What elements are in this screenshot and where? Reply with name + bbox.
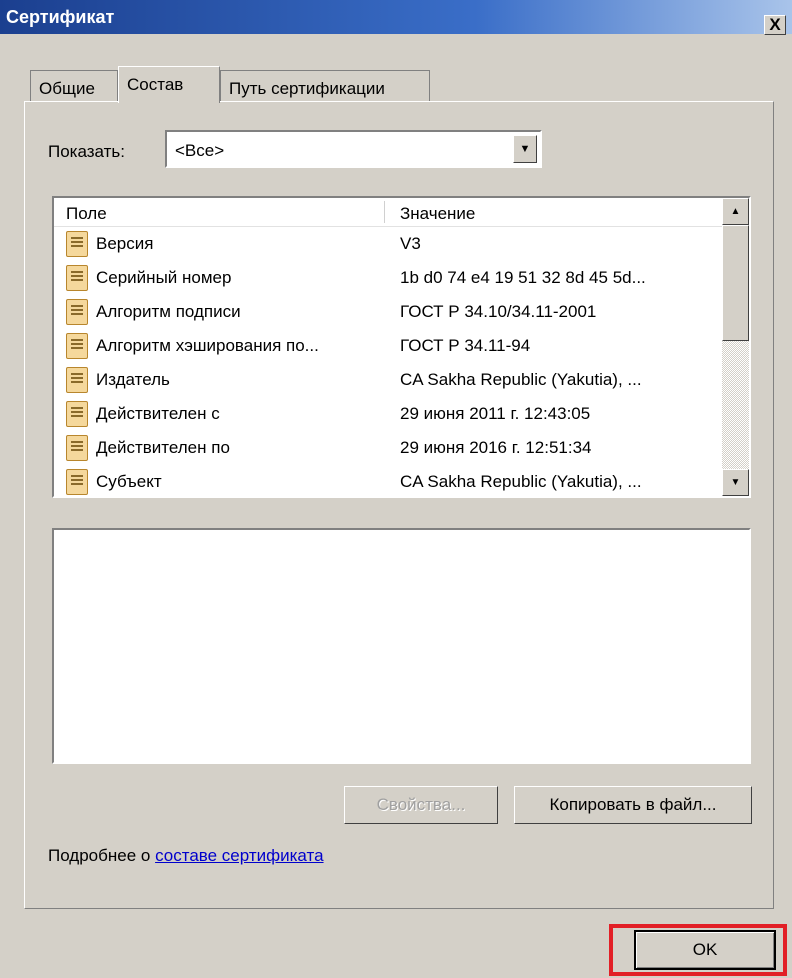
certificate-field-icon [66, 469, 88, 495]
field-value: ГОСТ Р 34.10/34.11-2001 [400, 302, 597, 321]
certificate-field-icon [66, 333, 88, 359]
list-item[interactable]: Издатель CA Sakha Republic (Yakutia), ..… [54, 364, 722, 398]
list-item[interactable]: Алгоритм подписи ГОСТ Р 34.10/34.11-2001 [54, 296, 722, 330]
field-detail-box[interactable] [52, 528, 751, 764]
list-item[interactable]: Алгоритм хэширования по... ГОСТ Р 34.11-… [54, 330, 722, 364]
more-info-prefix: Подробнее о [48, 846, 156, 865]
certificate-details-link[interactable]: составе сертификата [155, 846, 323, 865]
window-title: Сертификат [6, 7, 115, 27]
show-label: Показать: [48, 142, 125, 161]
field-name: Серийный номер [96, 268, 232, 287]
title-bar: Сертификат [0, 0, 792, 34]
field-value: ГОСТ Р 34.11-94 [400, 336, 531, 355]
field-value: 29 июня 2011 г. 12:43:05 [400, 404, 591, 423]
scroll-down-arrow-icon[interactable]: ▼ [722, 469, 749, 496]
field-value: 29 июня 2016 г. 12:51:34 [400, 438, 592, 457]
tab-certification-path[interactable]: Путь сертификации [220, 70, 430, 102]
certificate-field-icon [66, 367, 88, 393]
scrollbar-thumb[interactable] [722, 225, 749, 341]
tab-general[interactable]: Общие [30, 70, 118, 102]
field-value: 1b d0 74 e4 19 51 32 8d 45 5d... [400, 268, 646, 287]
list-item[interactable]: Серийный номер 1b d0 74 e4 19 51 32 8d 4… [54, 262, 722, 296]
column-divider[interactable] [384, 201, 385, 223]
fields-list[interactable]: Поле Значение Версия V3 Серийный номер 1… [52, 196, 751, 498]
column-header-value[interactable]: Значение [400, 204, 475, 224]
field-name: Субъект [96, 472, 162, 491]
field-name: Алгоритм подписи [96, 302, 241, 321]
field-value: V3 [400, 234, 421, 253]
more-info-text: Подробнее о составе сертификата [48, 846, 324, 866]
highlight-frame [609, 924, 787, 976]
field-name: Алгоритм хэширования по... [96, 336, 319, 355]
show-select[interactable]: <Все> ▼ [165, 130, 542, 168]
list-item[interactable]: Субъект CA Sakha Republic (Yakutia), ... [54, 466, 722, 496]
certificate-field-icon [66, 299, 88, 325]
tab-details[interactable]: Состав [118, 66, 220, 103]
scroll-up-arrow-icon[interactable]: ▲ [722, 198, 749, 225]
dropdown-arrow-icon[interactable]: ▼ [513, 135, 537, 163]
list-item[interactable]: Версия V3 [54, 228, 722, 262]
certificate-field-icon [66, 435, 88, 461]
field-value: CA Sakha Republic (Yakutia), ... [400, 472, 642, 491]
list-item[interactable]: Действителен по 29 июня 2016 г. 12:51:34 [54, 432, 722, 466]
close-button[interactable]: X [764, 15, 786, 35]
field-name: Действителен по [96, 438, 230, 457]
copy-to-file-button[interactable]: Копировать в файл... [514, 786, 752, 824]
show-select-value: <Все> [175, 141, 225, 160]
certificate-field-icon [66, 265, 88, 291]
list-header: Поле Значение [54, 198, 722, 227]
vertical-scrollbar[interactable]: ▲ ▼ [722, 198, 749, 496]
properties-button[interactable]: Свойства... [344, 786, 498, 824]
field-value: CA Sakha Republic (Yakutia), ... [400, 370, 642, 389]
field-name: Версия [96, 234, 154, 253]
list-item[interactable]: Действителен с 29 июня 2011 г. 12:43:05 [54, 398, 722, 432]
certificate-field-icon [66, 401, 88, 427]
certificate-field-icon [66, 231, 88, 257]
field-name: Издатель [96, 370, 170, 389]
field-name: Действителен с [96, 404, 220, 423]
column-header-field[interactable]: Поле [66, 204, 107, 224]
